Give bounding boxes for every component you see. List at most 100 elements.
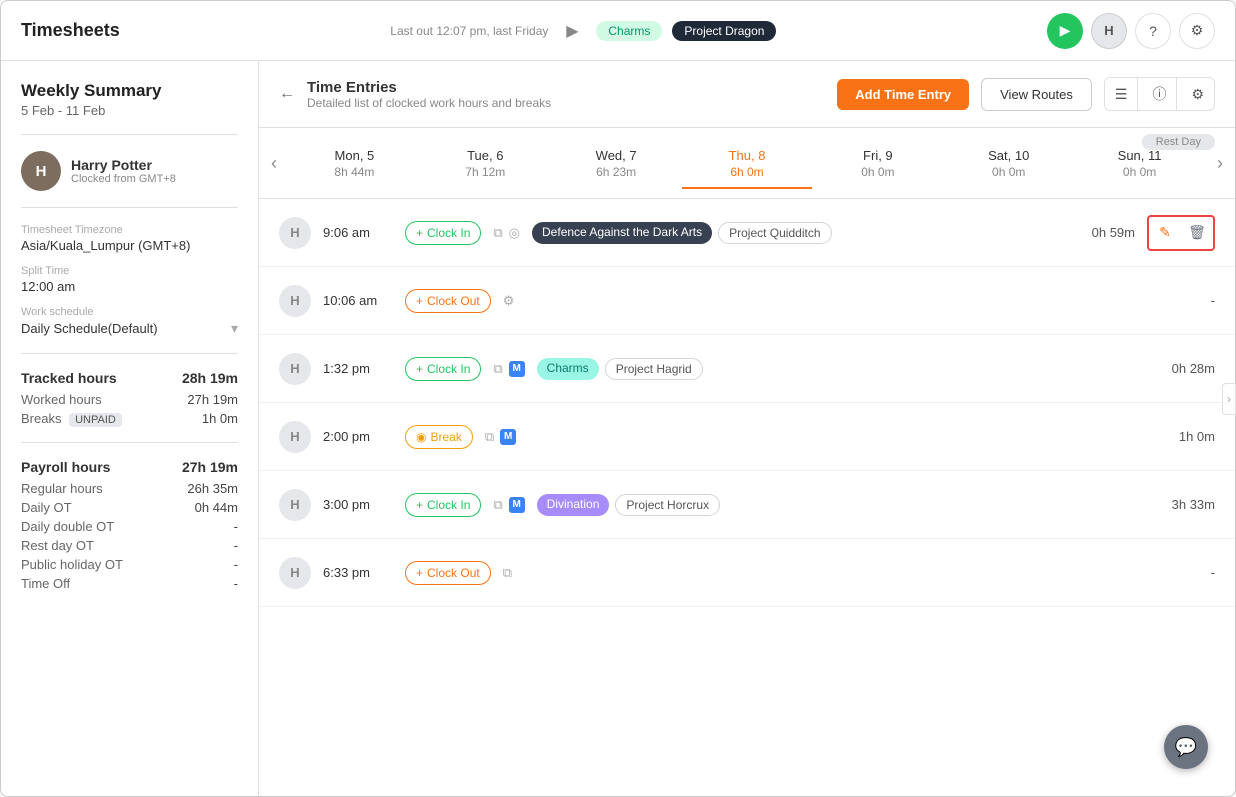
user-avatar-button[interactable]: H: [1091, 13, 1127, 49]
expand-panel-button[interactable]: ›: [1222, 383, 1236, 415]
edit-button[interactable]: ✎: [1151, 219, 1179, 247]
entry-time: 9:06 am: [323, 225, 393, 240]
daily-double-ot-value: -: [234, 519, 238, 534]
add-time-entry-button[interactable]: Add Time Entry: [837, 79, 969, 110]
day-name: Sat, 10: [943, 148, 1074, 163]
breaks-label: Breaks UNPAID: [21, 411, 122, 426]
entry-time: 1:32 pm: [323, 361, 393, 376]
settings-button[interactable]: ⚙: [1179, 13, 1215, 49]
day-name: Fri, 9: [812, 148, 943, 163]
time-entry-row: H 9:06 am + Clock In ⧉◎ Defence Against …: [259, 199, 1235, 267]
regular-hours-label: Regular hours: [21, 481, 103, 496]
day-name: Mon, 5: [289, 148, 420, 163]
time-entry-row: H 10:06 am + Clock Out ⚙ -: [259, 267, 1235, 335]
day-column-5[interactable]: Sat, 10 0h 0m: [943, 138, 1074, 189]
help-button[interactable]: ?: [1135, 13, 1171, 49]
work-schedule-value: Daily Schedule(Default): [21, 321, 158, 336]
worked-hours-value: 27h 19m: [187, 392, 238, 407]
tracked-hours-label: Tracked hours: [21, 370, 117, 386]
entry-time: 10:06 am: [323, 293, 393, 308]
entry-duration: 3h 33m: [1155, 497, 1215, 512]
topbar-play-button[interactable]: ▶: [558, 17, 586, 45]
active-project: Project Dragon: [672, 21, 776, 41]
entry-tag: Charms: [537, 358, 599, 380]
day-name: Thu, 8: [682, 148, 813, 163]
weekly-summary-dates: 5 Feb - 11 Feb: [21, 103, 238, 118]
copy-icon[interactable]: ⧉: [503, 565, 512, 581]
user-sub: Clocked from GMT+8: [71, 173, 176, 185]
entry-avatar: H: [279, 489, 311, 521]
day-hours: 0h 0m: [1074, 165, 1205, 179]
day-hours: 0h 0m: [943, 165, 1074, 179]
day-hours: 6h 0m: [682, 165, 813, 179]
entry-duration: -: [1155, 293, 1215, 308]
user-avatar: H: [21, 151, 61, 191]
entry-avatar: H: [279, 353, 311, 385]
last-out-text: Last out 12:07 pm, last Friday: [390, 24, 548, 38]
entry-avatar: H: [279, 557, 311, 589]
chevron-down-icon: ▾: [231, 320, 238, 337]
entry-duration: 0h 28m: [1155, 361, 1215, 376]
active-badge[interactable]: Charms: [596, 21, 662, 41]
day-hours: 6h 23m: [551, 165, 682, 179]
delete-button[interactable]: 🗑: [1183, 219, 1211, 247]
split-time-value: 12:00 am: [21, 279, 238, 294]
entry-duration: -: [1155, 565, 1215, 580]
day-column-2[interactable]: Wed, 7 6h 23m: [551, 138, 682, 189]
copy-icon[interactable]: ⧉: [493, 225, 502, 241]
gear-icon[interactable]: ⚙: [503, 293, 515, 309]
settings-icon-button[interactable]: ⚙: [1181, 78, 1214, 110]
app-title: Timesheets: [21, 20, 120, 41]
copy-icon[interactable]: ⧉: [493, 497, 502, 513]
entry-type-button[interactable]: + Clock In: [405, 493, 481, 517]
info-button[interactable]: ⓘ: [1142, 78, 1177, 110]
day-name: Tue, 6: [420, 148, 551, 163]
m-icon: M: [509, 361, 525, 377]
worked-hours-label: Worked hours: [21, 392, 102, 407]
m-icon: M: [500, 429, 516, 445]
time-off-value: -: [234, 576, 238, 591]
weekly-summary-title: Weekly Summary: [21, 81, 238, 101]
entry-type-button[interactable]: + Clock Out: [405, 289, 491, 313]
play-button[interactable]: ▶: [1047, 13, 1083, 49]
entry-type-button[interactable]: + Clock In: [405, 221, 481, 245]
rest-day-banner: Rest Day: [1142, 134, 1215, 150]
day-hours: 8h 44m: [289, 165, 420, 179]
split-time-label: Split Time: [21, 265, 238, 277]
day-name: Wed, 7: [551, 148, 682, 163]
daily-ot-value: 0h 44m: [195, 500, 238, 515]
copy-icon[interactable]: ⧉: [485, 429, 494, 445]
public-holiday-ot-label: Public holiday OT: [21, 557, 123, 572]
work-schedule-row[interactable]: Daily Schedule(Default) ▾: [21, 320, 238, 337]
timezone-value: Asia/Kuala_Lumpur (GMT+8): [21, 238, 238, 253]
entry-avatar: H: [279, 285, 311, 317]
public-holiday-ot-value: -: [234, 557, 238, 572]
day-hours: 7h 12m: [420, 165, 551, 179]
entries-title: Time Entries: [307, 79, 825, 96]
day-column-1[interactable]: Tue, 6 7h 12m: [420, 138, 551, 189]
entry-time: 6:33 pm: [323, 565, 393, 580]
time-entry-row: H 3:00 pm + Clock In ⧉M DivinationProjec…: [259, 471, 1235, 539]
copy-icon[interactable]: ⧉: [493, 361, 502, 377]
entry-type-button[interactable]: ◉ Break: [405, 425, 473, 449]
prev-week-button[interactable]: ‹: [259, 128, 289, 198]
entry-avatar: H: [279, 217, 311, 249]
day-column-0[interactable]: Mon, 5 8h 44m: [289, 138, 420, 189]
location-icon[interactable]: ◎: [509, 225, 520, 241]
entry-type-button[interactable]: + Clock In: [405, 357, 481, 381]
day-column-3[interactable]: Thu, 8 6h 0m: [682, 138, 813, 189]
entry-tag: Project Horcrux: [615, 494, 720, 516]
view-routes-button[interactable]: View Routes: [981, 78, 1092, 111]
chat-fab[interactable]: 💬: [1164, 725, 1208, 769]
work-schedule-label: Work schedule: [21, 306, 238, 318]
entries-subtitle: Detailed list of clocked work hours and …: [307, 96, 825, 110]
day-column-4[interactable]: Fri, 9 0h 0m: [812, 138, 943, 189]
entry-duration: 0h 59m: [1075, 225, 1135, 240]
time-entry-row: H 2:00 pm ◉ Break ⧉M 1h 0m: [259, 403, 1235, 471]
rest-day-ot-value: -: [234, 538, 238, 553]
entry-type-button[interactable]: + Clock Out: [405, 561, 491, 585]
entry-tag: Divination: [537, 494, 610, 516]
time-entry-row: H 1:32 pm + Clock In ⧉M CharmsProject Ha…: [259, 335, 1235, 403]
back-button[interactable]: ←: [279, 85, 295, 103]
list-view-button[interactable]: ☰: [1105, 78, 1139, 110]
